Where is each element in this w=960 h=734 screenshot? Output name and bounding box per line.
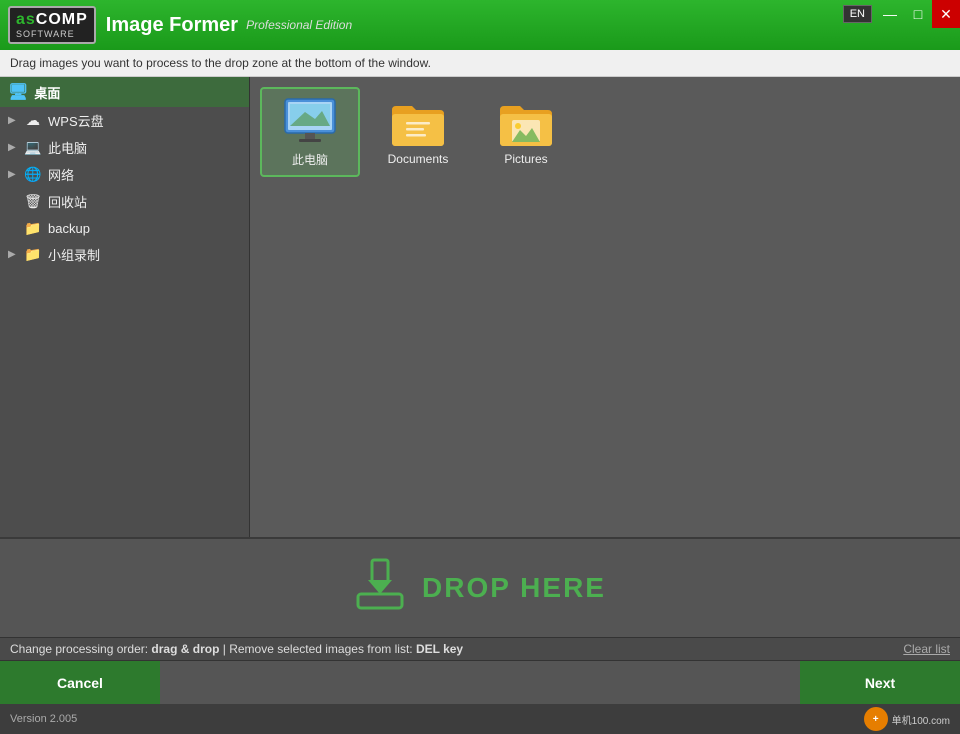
thispc-icon [280,97,340,147]
thispc-label: 此电脑 [292,151,328,168]
info-bar: Drag images you want to process to the d… [0,50,960,77]
arrow-icon: ▶ [8,169,20,180]
next-button[interactable]: Next [800,661,960,704]
bottom-bar: Cancel Next [0,660,960,704]
drop-text: DROP HERE [422,572,606,604]
window-controls: EN — □ ✕ [843,0,960,28]
tree-item-backup[interactable]: ▶ 📁 backup [0,215,249,241]
logo-text: asCOMP [16,11,88,28]
minimize-button[interactable]: — [876,0,904,28]
file-item-pictures[interactable]: Pictures [476,87,576,177]
remove-text: Remove selected images from list: [229,642,416,656]
tree-item-label: 小组录制 [48,245,100,264]
watermark-site: 单机100.com [892,712,950,727]
arrow-icon: ▶ [8,142,20,153]
lang-badge: EN [843,5,872,23]
file-item-thispc[interactable]: 此电脑 [260,87,360,177]
main-content: 🖥 桌面 ▶ ☁ WPS云盘 ▶ 💻 此电脑 ▶ 🌐 网络 ▶ 🗑 回收站 ▶ … [0,77,960,537]
pc-icon: 💻 [24,139,42,157]
tree-item-thispc[interactable]: ▶ 💻 此电脑 [0,134,249,161]
app-edition: Professional Edition [246,18,352,32]
tree-item-recording[interactable]: ▶ 📁 小组录制 [0,241,249,268]
pictures-label: Pictures [504,152,547,166]
status-right[interactable]: Clear list [903,642,950,656]
maximize-button[interactable]: □ [904,0,932,28]
tree-item-wps[interactable]: ▶ ☁ WPS云盘 [0,107,249,134]
pictures-folder-icon [496,98,556,148]
status-left: Change processing order: drag & drop | R… [10,642,463,656]
drop-zone[interactable]: DROP HERE [0,537,960,637]
drag-drop-text: drag & drop [151,642,219,656]
tree-item-network[interactable]: ▶ 🌐 网络 [0,161,249,188]
documents-folder-icon [388,98,448,148]
del-key-text: DEL key [416,642,463,656]
watermark: + 单机100.com [864,707,950,731]
app-title: Image Former [106,14,238,37]
logo-sub: SOFTWARE [16,29,88,39]
clear-list-link[interactable]: Clear list [903,642,950,656]
right-panel: 此电脑 Documents [250,77,960,537]
network-icon: 🌐 [24,166,42,184]
tree-item-label: 网络 [48,165,74,184]
folder-icon: 📁 [24,246,42,264]
documents-label: Documents [388,152,449,166]
arrow-icon: ▶ [8,115,20,126]
spacer [160,661,800,704]
cancel-button[interactable]: Cancel [0,661,160,704]
tree-item-label: WPS云盘 [48,111,104,130]
arrow-icon: ▶ [8,249,20,260]
version-text: Version 2.005 [10,713,77,725]
tree-header-label: 桌面 [34,83,60,102]
info-text: Drag images you want to process to the d… [10,56,431,70]
file-item-documents[interactable]: Documents [368,87,468,177]
tree-header[interactable]: 🖥 桌面 [0,77,249,107]
title-bar: asCOMP SOFTWARE Image Former Professiona… [0,0,960,50]
trash-icon: 🗑 [24,193,42,211]
change-order-text: Change processing order: [10,642,151,656]
tree-item-label: 回收站 [48,192,87,211]
folder-icon: 📁 [24,219,42,237]
watermark-icon: + [864,707,888,731]
tree-item-label: 此电脑 [48,138,87,157]
status-bar: Change processing order: drag & drop | R… [0,637,960,660]
tree-item-label: backup [48,221,90,236]
tree-item-trash[interactable]: ▶ 🗑 回收站 [0,188,249,215]
logo: asCOMP SOFTWARE [8,6,96,44]
drop-icon [354,558,406,619]
version-bar: Version 2.005 + 单机100.com [0,704,960,734]
left-panel: 🖥 桌面 ▶ ☁ WPS云盘 ▶ 💻 此电脑 ▶ 🌐 网络 ▶ 🗑 回收站 ▶ … [0,77,250,537]
drop-zone-inner: DROP HERE [354,558,606,619]
close-button[interactable]: ✕ [932,0,960,28]
cloud-icon: ☁ [24,112,42,130]
desktop-folder-icon: 🖥 [8,82,28,102]
